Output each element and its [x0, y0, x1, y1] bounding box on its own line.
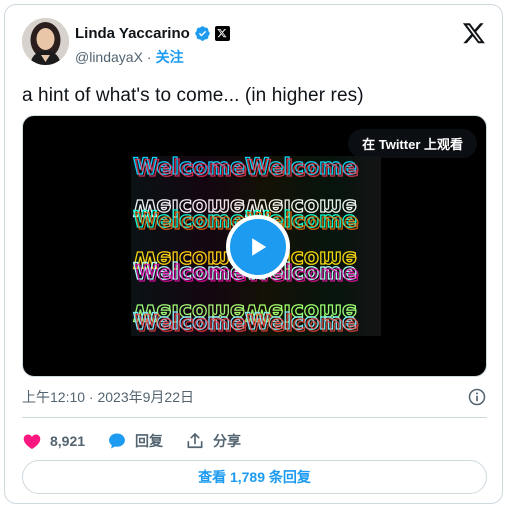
tweet-timestamp[interactable]: 上午12:10 · 2023年9月22日 — [22, 387, 194, 407]
likes-count: 8,921 — [50, 433, 86, 449]
x-logo-icon[interactable] — [462, 21, 486, 45]
tweet-actions: 8,921 回复 分享 — [22, 428, 263, 454]
share-label: 分享 — [213, 433, 242, 449]
divider — [22, 417, 487, 418]
reply-button[interactable]: 回复 — [107, 431, 163, 451]
tweet-text: a hint of what's to come... (in higher r… — [22, 85, 364, 106]
author-handle[interactable]: @lindayaX — [75, 49, 143, 65]
author-display-name[interactable]: Linda Yaccarino — [75, 25, 190, 42]
play-button[interactable] — [226, 215, 290, 279]
author-handle-row: @lindayaX · 关注 — [75, 47, 184, 67]
avatar-image — [22, 18, 69, 65]
video-player[interactable]: WelcomeWelcome WelcomeWelcome WelcomeWel… — [22, 115, 487, 377]
share-icon — [187, 433, 203, 449]
handle-separator: · — [146, 49, 152, 65]
view-replies-button[interactable]: 查看 1,789 条回复 — [22, 460, 487, 494]
info-icon[interactable] — [467, 387, 487, 407]
speech-bubble-icon — [109, 433, 125, 449]
share-button[interactable]: 分享 — [185, 431, 241, 451]
follow-link[interactable]: 关注 — [156, 47, 184, 67]
reply-label: 回复 — [135, 433, 164, 449]
play-icon — [252, 238, 267, 256]
avatar[interactable] — [22, 18, 69, 65]
watch-on-twitter-button[interactable]: 在 Twitter 上观看 — [348, 129, 477, 158]
author-name-row: Linda Yaccarino — [75, 23, 230, 43]
verified-badge-icon — [195, 25, 210, 41]
tweet-meta-row: 上午12:10 · 2023年9月22日 — [22, 387, 487, 407]
like-button[interactable]: 8,921 — [22, 431, 85, 451]
tweet-embed-card: Linda Yaccarino @lindayaX · 关注 a hint of… — [4, 4, 503, 504]
x-affiliate-badge-icon — [214, 25, 230, 41]
heart-icon — [23, 434, 41, 449]
